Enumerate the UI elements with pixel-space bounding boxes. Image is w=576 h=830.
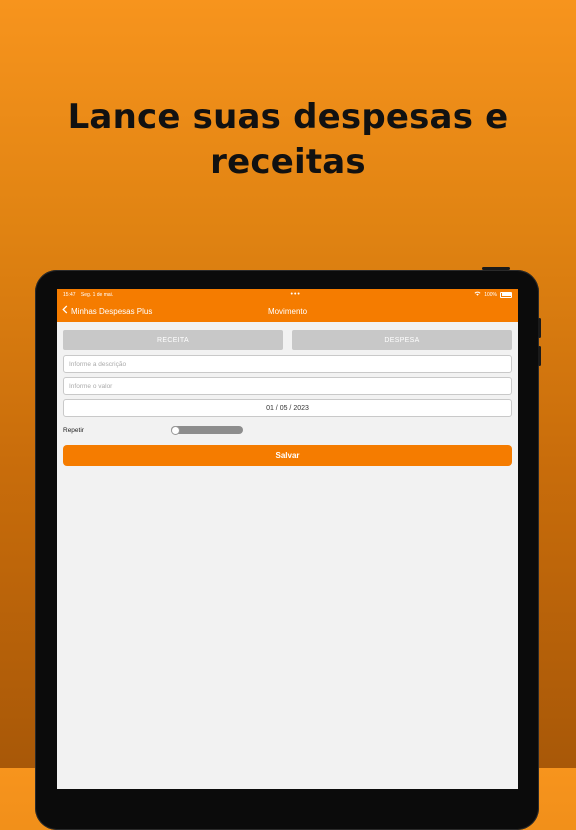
tablet-volume-up-button — [538, 318, 541, 338]
tablet-top-button — [482, 267, 510, 270]
value-input[interactable] — [63, 377, 512, 395]
status-date: Seg. 1 de mai. — [80, 291, 114, 298]
repeat-toggle[interactable] — [171, 425, 243, 435]
back-button[interactable]: Minhas Despesas Plus — [62, 305, 152, 317]
multitasking-dots: ••• — [290, 291, 301, 298]
navigation-bar: Minhas Despesas Plus Movimento — [57, 300, 518, 322]
headline-line-2: receitas — [210, 142, 366, 182]
app-screen: 15:47 Seg. 1 de mai. ••• 100% Minhas Des… — [57, 289, 518, 789]
despesa-button[interactable]: DESPESA — [292, 330, 512, 350]
promo-headline: Lance suas despesas e receitas — [0, 95, 576, 185]
repeat-label: Repetir — [63, 426, 84, 434]
receita-button[interactable]: RECEITA — [63, 330, 283, 350]
battery-icon — [500, 291, 512, 298]
repeat-row: Repetir — [63, 423, 512, 437]
tablet-volume-down-button — [538, 346, 541, 366]
wifi-icon — [474, 291, 481, 298]
date-field[interactable]: 01 / 05 / 2023 — [63, 399, 512, 417]
status-bar: 15:47 Seg. 1 de mai. ••• 100% — [57, 289, 518, 300]
headline-line-1: Lance suas despesas e — [67, 97, 509, 137]
description-input[interactable] — [63, 355, 512, 373]
transaction-type-selector: RECEITA DESPESA — [63, 330, 512, 350]
chevron-left-icon — [62, 305, 68, 317]
back-button-label: Minhas Despesas Plus — [71, 306, 153, 316]
save-button[interactable]: Salvar — [63, 445, 512, 466]
movement-form: RECEITA DESPESA 01 / 05 / 2023 Repetir S… — [57, 322, 518, 466]
toggle-knob — [171, 425, 180, 435]
status-time: 15:47 — [63, 291, 76, 298]
battery-percent: 100% — [484, 291, 497, 298]
